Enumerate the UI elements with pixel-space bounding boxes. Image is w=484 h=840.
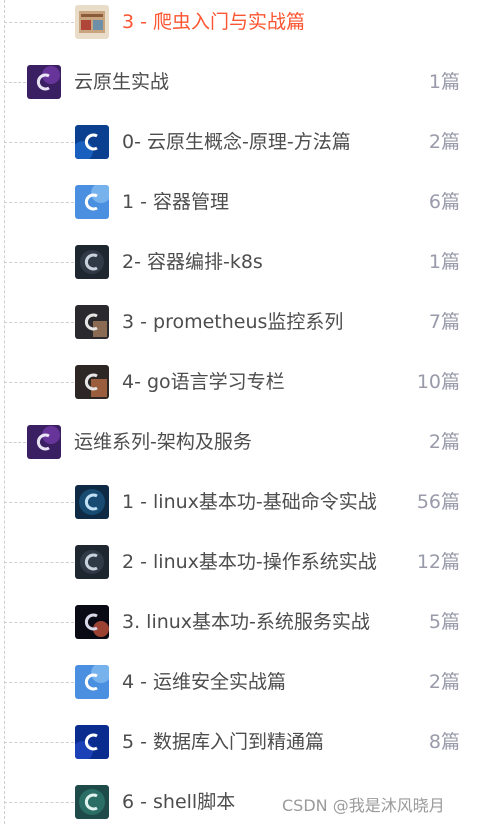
column-cover-icon (75, 785, 109, 819)
tree-item-linux-os[interactable]: 2 - linux基本功-操作系统实战 12篇 (0, 540, 484, 600)
tree-item-crawler[interactable]: 3 - 爬虫入门与实战篇 (0, 0, 484, 60)
tree-connector (4, 682, 74, 683)
tree-item-label: 1 - 容器管理 (122, 191, 230, 213)
tree-item-ops-series[interactable]: 运维系列-架构及服务 2篇 (0, 420, 484, 480)
column-cover-icon (75, 245, 109, 279)
tree-connector (4, 802, 74, 803)
column-cover-icon (75, 725, 109, 759)
tree-item-label: 6 - shell脚本 (122, 791, 236, 813)
column-cover-icon (75, 125, 109, 159)
tree-item-prometheus[interactable]: 3 - prometheus监控系列 7篇 (0, 300, 484, 360)
tree-item-linux-services[interactable]: 3. linux基本功-系统服务实战 5篇 (0, 600, 484, 660)
tree-item-label: 3 - 爬虫入门与实战篇 (122, 11, 306, 33)
tree-item-count: 5篇 (428, 611, 460, 633)
tree-connector (4, 202, 74, 203)
tree-item-label: 2 - linux基本功-操作系统实战 (122, 551, 377, 573)
column-cover-icon (75, 185, 109, 219)
tree-item-count: 1篇 (428, 71, 460, 93)
tree-connector (4, 142, 74, 143)
tree-item-label: 2- 容器编排-k8s (122, 251, 263, 273)
crawler-book-icon (75, 5, 109, 39)
tree-item-k8s[interactable]: 2- 容器编排-k8s 1篇 (0, 240, 484, 300)
column-tree: 3 - 爬虫入门与实战篇 云原生实战 1篇 0- 云原生概念-原理-方法篇 2篇 (0, 0, 484, 824)
tree-connector (4, 442, 26, 443)
tree-item-label: 3 - prometheus监控系列 (122, 311, 344, 333)
tree-item-label: 0- 云原生概念-原理-方法篇 (122, 131, 351, 153)
tree-item-count: 2篇 (428, 131, 460, 153)
tree-item-label: 5 - 数据库入门到精通篇 (122, 731, 325, 753)
tree-item-go-language[interactable]: 4- go语言学习专栏 10篇 (0, 360, 484, 420)
tree-item-count: 10篇 (416, 371, 460, 393)
tree-item-count: 7篇 (428, 311, 460, 333)
tree-item-container-management[interactable]: 1 - 容器管理 6篇 (0, 180, 484, 240)
tree-item-count: 8篇 (428, 731, 460, 753)
column-cover-icon (75, 545, 109, 579)
tree-connector (4, 502, 74, 503)
column-cover-icon (75, 665, 109, 699)
column-cover-icon (75, 605, 109, 639)
tree-connector (4, 622, 74, 623)
tree-item-cloud-native-concepts[interactable]: 0- 云原生概念-原理-方法篇 2篇 (0, 120, 484, 180)
column-cover-icon (75, 365, 109, 399)
tree-connector (4, 382, 74, 383)
column-cover-icon (27, 425, 61, 459)
tree-item-database[interactable]: 5 - 数据库入门到精通篇 8篇 (0, 720, 484, 780)
column-cover-icon (75, 305, 109, 339)
tree-connector (4, 322, 74, 323)
tree-connector (4, 22, 74, 23)
tree-connector (4, 742, 74, 743)
tree-connector (4, 262, 74, 263)
tree-item-ops-security[interactable]: 4 - 运维安全实战篇 2篇 (0, 660, 484, 720)
tree-item-label: 1 - linux基本功-基础命令实战 (122, 491, 377, 513)
tree-item-count: 2篇 (428, 431, 460, 453)
tree-item-label: 4 - 运维安全实战篇 (122, 671, 287, 693)
column-cover-icon (27, 65, 61, 99)
tree-item-label: 3. linux基本功-系统服务实战 (122, 611, 370, 633)
tree-item-linux-basic-commands[interactable]: 1 - linux基本功-基础命令实战 56篇 (0, 480, 484, 540)
column-cover-icon (75, 485, 109, 519)
tree-item-cloud-native[interactable]: 云原生实战 1篇 (0, 60, 484, 120)
tree-item-count: 56篇 (416, 491, 460, 513)
tree-item-count: 12篇 (416, 551, 460, 573)
tree-connector (4, 562, 74, 563)
csdn-watermark: CSDN @我是沐风晓月 (282, 796, 445, 815)
tree-item-label: 云原生实战 (74, 71, 170, 93)
tree-item-count: 1篇 (428, 251, 460, 273)
tree-connector (4, 82, 26, 83)
tree-item-count: 2篇 (428, 671, 460, 693)
tree-item-label: 运维系列-架构及服务 (74, 431, 252, 453)
tree-item-count: 6篇 (428, 191, 460, 213)
tree-item-label: 4- go语言学习专栏 (122, 371, 285, 393)
